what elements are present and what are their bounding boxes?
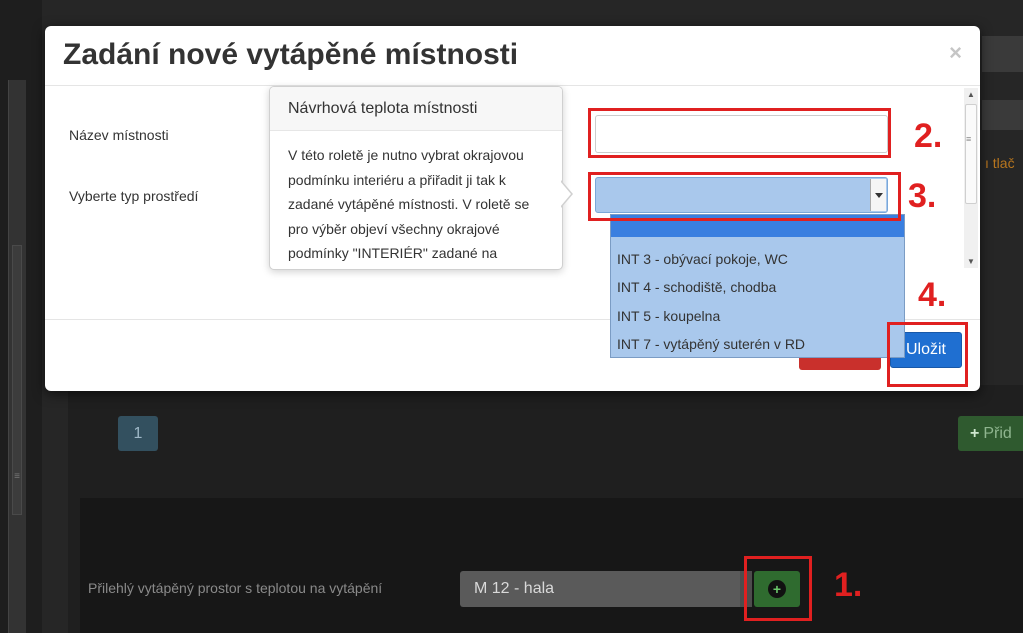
annotation-number-3: 3.	[908, 177, 937, 215]
bg-hint-text: ı tlač	[985, 155, 1015, 171]
dropdown-option[interactable]: INT 7 - vytápěný suterén v RD	[611, 330, 904, 358]
grip-icon: ≡	[966, 134, 972, 144]
modal-title: Zadání nové vytápěné místnosti	[63, 38, 519, 71]
pagination-page-button[interactable]: 1	[118, 416, 158, 451]
dropdown-option[interactable]: INT 5 - koupelna	[611, 302, 904, 330]
adjacent-space-select[interactable]: M 12 - hala	[460, 571, 750, 607]
popover-arrow-inner	[560, 181, 571, 207]
plus-icon: +	[970, 425, 980, 442]
help-popover: Návrhová teplota místnosti V této roletě…	[269, 86, 563, 270]
annotation-box-1	[744, 556, 812, 621]
annotation-box-4	[887, 322, 968, 387]
bg-header-block-2	[982, 100, 1023, 130]
popover-title: Návrhová teplota místnosti	[270, 87, 562, 131]
annotation-number-2: 2.	[914, 117, 943, 155]
grip-icon: ≡	[14, 471, 20, 482]
annotation-box-3	[588, 172, 901, 221]
scroll-thumb[interactable]	[965, 104, 977, 204]
add-button[interactable]: + Přid	[958, 416, 1023, 451]
annotation-box-2	[588, 108, 891, 158]
scroll-up-icon[interactable]: ▲	[967, 90, 975, 99]
add-button-label: Přid	[983, 425, 1012, 442]
environment-type-label: Vyberte typ prostředí	[69, 188, 199, 204]
bg-header-block	[982, 36, 1023, 72]
dropdown-option[interactable]: INT 3 - obývací pokoje, WC	[611, 245, 904, 273]
scroll-down-icon[interactable]: ▼	[967, 257, 975, 266]
environment-type-options: INT 3 - obývací pokoje, WC INT 4 - schod…	[610, 214, 905, 358]
dropdown-option[interactable]: INT 4 - schodiště, chodba	[611, 273, 904, 301]
adjacent-space-label: Přilehlý vytápěný prostor s teplotou na …	[88, 580, 383, 596]
modal-body-scrollbar[interactable]: ▲ ≡ ▼	[964, 88, 978, 268]
annotation-number-1: 1.	[834, 566, 863, 604]
room-name-label: Název místnosti	[69, 127, 169, 143]
modal-header: Zadání nové vytápěné místnosti ×	[45, 26, 980, 86]
annotation-number-4: 4.	[918, 276, 947, 314]
popover-text: V této roletě je nutno vybrat okrajovou …	[288, 147, 530, 261]
close-icon[interactable]: ×	[949, 40, 962, 66]
lower-panel	[80, 498, 1023, 633]
